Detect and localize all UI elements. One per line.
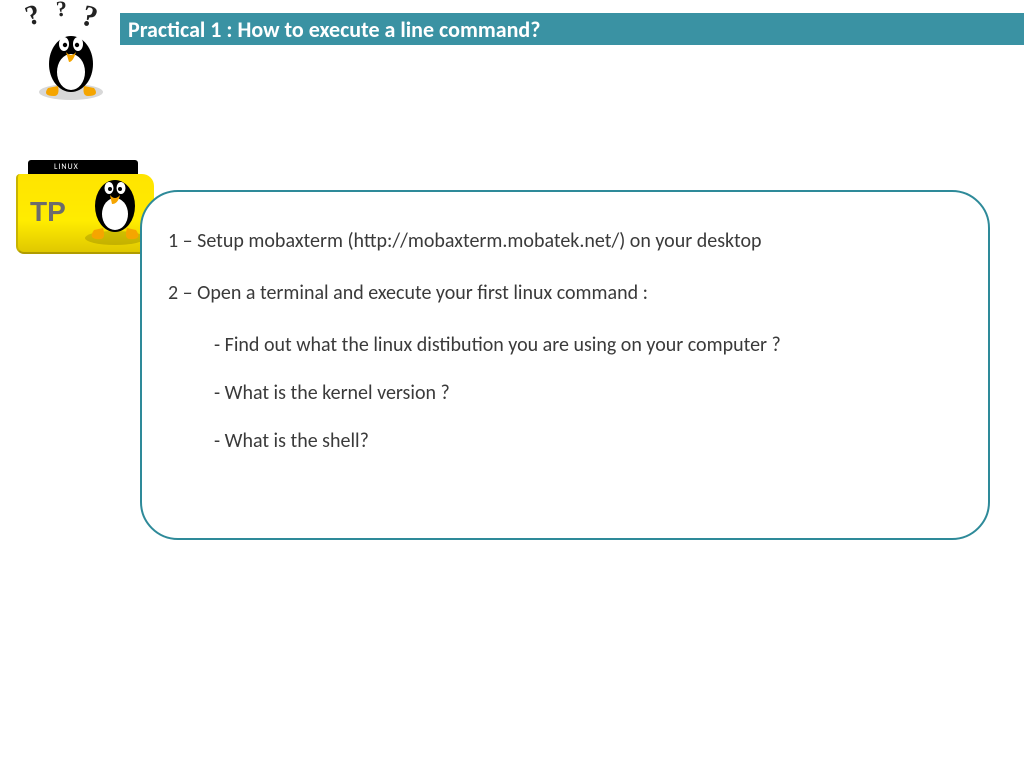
tp-folder-icon: LINUX TP	[10, 160, 155, 260]
step-1: 1 – Setup mobaxterm (http://mobaxterm.mo…	[168, 228, 958, 254]
substep-2: - What is the kernel version ?	[214, 380, 958, 406]
header-bar: Practical 1 : How to execute a line comm…	[120, 13, 1024, 45]
folder-body: TP	[16, 174, 154, 254]
step-2: 2 – Open a terminal and execute your fir…	[168, 280, 958, 306]
substep-3: - What is the shell?	[214, 428, 958, 454]
tux-questionmark-icon: ? ? ?	[20, 2, 120, 102]
folder-label: TP	[30, 196, 66, 228]
page-title: Practical 1 : How to execute a line comm…	[128, 16, 540, 43]
content-box: 1 – Setup mobaxterm (http://mobaxterm.mo…	[140, 190, 990, 540]
substep-1: - Find out what the linux distibution yo…	[214, 332, 958, 358]
